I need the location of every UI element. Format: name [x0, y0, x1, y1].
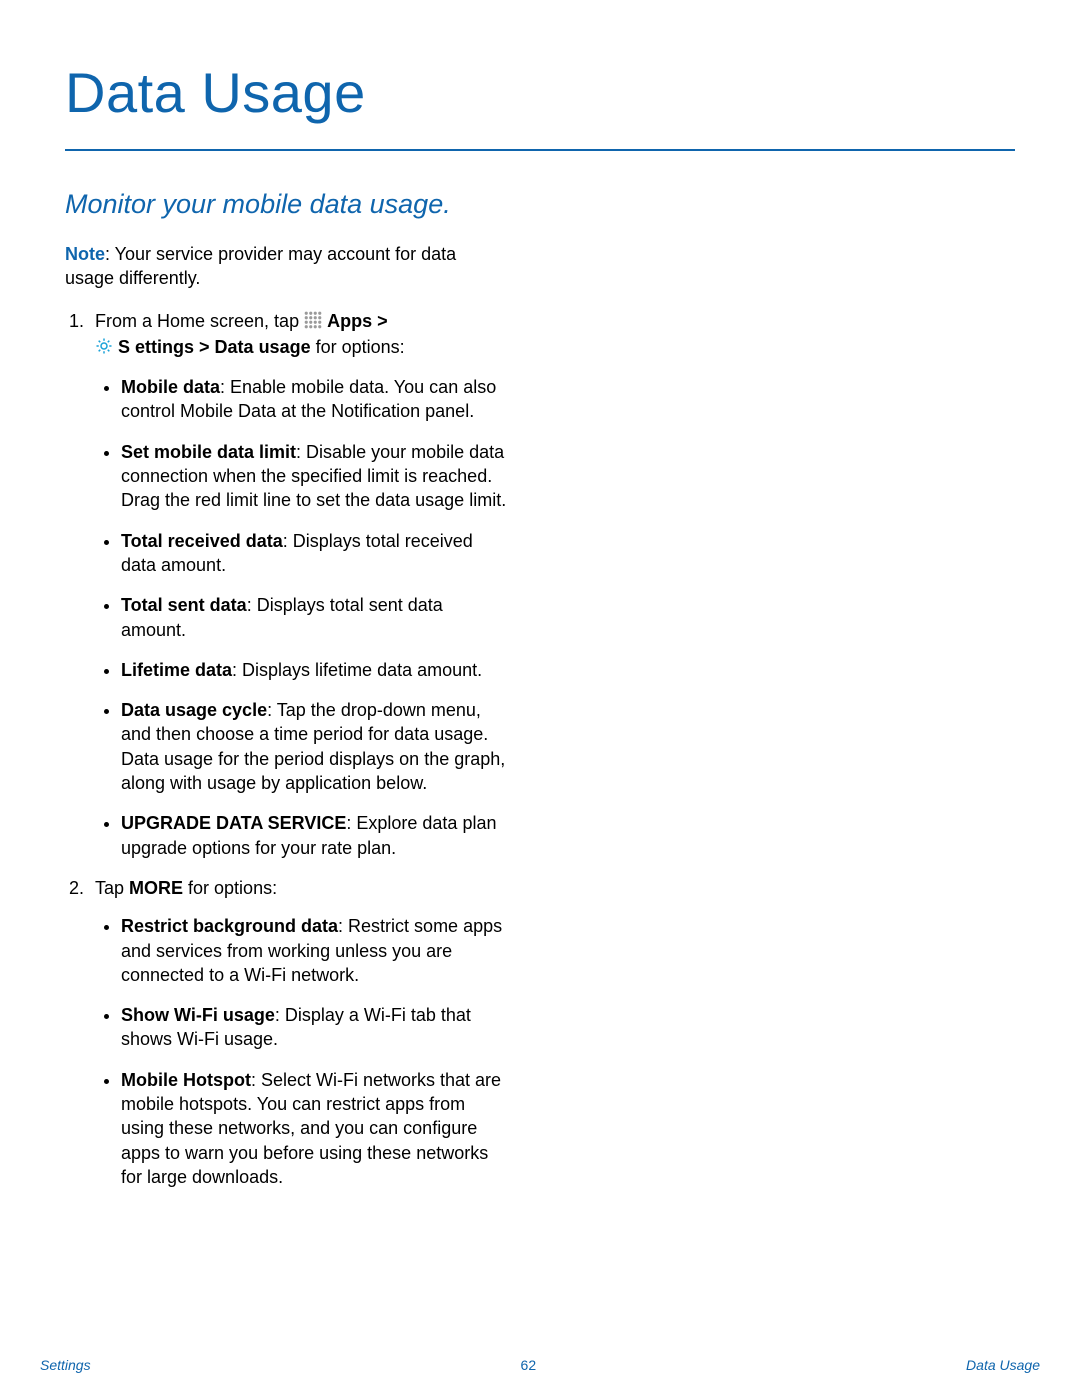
- note-label: Note: [65, 244, 105, 264]
- step1-pre: From a Home screen, tap: [95, 311, 304, 331]
- step2-pre: Tap: [95, 878, 129, 898]
- step1-gt2: >: [194, 337, 215, 357]
- bullet-head: Mobile data: [121, 377, 220, 397]
- apps-icon: [304, 311, 322, 335]
- list-item: UPGRADE DATA SERVICE: Explore data plan …: [121, 811, 510, 860]
- bullet-head: UPGRADE DATA SERVICE: [121, 813, 346, 833]
- note-text: : Your service provider may account for …: [65, 244, 456, 288]
- step1-datausage: Data usage: [215, 337, 311, 357]
- footer-right: Data Usage: [966, 1357, 1040, 1373]
- step2-post: for options:: [183, 878, 277, 898]
- page-subtitle: Monitor your mobile data usage.: [65, 189, 1015, 220]
- bullet-head: Data usage cycle: [121, 700, 267, 720]
- bullet-head: Show Wi-Fi usage: [121, 1005, 275, 1025]
- bullet-head: Restrict background data: [121, 916, 338, 936]
- bullet-head: Lifetime data: [121, 660, 232, 680]
- bullet-head: Mobile Hotspot: [121, 1070, 251, 1090]
- list-item: Mobile Hotspot: Select Wi-Fi networks th…: [121, 1068, 510, 1189]
- step-2: Tap MORE for options: Restrict backgroun…: [89, 876, 510, 1189]
- step-2-text: Tap MORE for options:: [95, 878, 277, 898]
- list-item: Total sent data: Displays total sent dat…: [121, 593, 510, 642]
- manual-page: Data Usage Monitor your mobile data usag…: [0, 0, 1080, 1397]
- step2-more: MORE: [129, 878, 183, 898]
- list-item: Restrict background data: Restrict some …: [121, 914, 510, 987]
- step1-post: for options:: [311, 337, 405, 357]
- step-list: From a Home screen, tap Apps > S ettings…: [65, 309, 510, 1190]
- bullet-head: Set mobile data limit: [121, 442, 296, 462]
- list-item: Total received data: Displays total rece…: [121, 529, 510, 578]
- footer-page-number: 62: [521, 1357, 537, 1373]
- step1-settings: S ettings: [118, 337, 194, 357]
- list-item: Data usage cycle: Tap the drop-down menu…: [121, 698, 510, 795]
- step2-bullets: Restrict background data: Restrict some …: [95, 914, 510, 1189]
- list-item: Show Wi-Fi usage: Display a Wi-Fi tab th…: [121, 1003, 510, 1052]
- bullet-head: Total sent data: [121, 595, 247, 615]
- bullet-body: : Displays lifetime data amount.: [232, 660, 482, 680]
- page-footer: Settings 62 Data Usage: [40, 1357, 1040, 1373]
- step-1-text: From a Home screen, tap Apps > S ettings…: [95, 311, 405, 357]
- step-1: From a Home screen, tap Apps > S ettings…: [89, 309, 510, 860]
- note-paragraph: Note: Your service provider may account …: [65, 242, 510, 291]
- step1-gt1: >: [372, 311, 388, 331]
- footer-left: Settings: [40, 1357, 91, 1373]
- list-item: Lifetime data: Displays lifetime data am…: [121, 658, 510, 682]
- list-item: Mobile data: Enable mobile data. You can…: [121, 375, 510, 424]
- list-item: Set mobile data limit: Disable your mobi…: [121, 440, 510, 513]
- bullet-head: Total received data: [121, 531, 283, 551]
- content-column: Note: Your service provider may account …: [65, 242, 510, 1189]
- step1-apps: Apps: [327, 311, 372, 331]
- page-title: Data Usage: [65, 60, 1015, 125]
- title-rule: [65, 149, 1015, 151]
- step1-bullets: Mobile data: Enable mobile data. You can…: [95, 375, 510, 860]
- settings-icon: [95, 337, 113, 361]
